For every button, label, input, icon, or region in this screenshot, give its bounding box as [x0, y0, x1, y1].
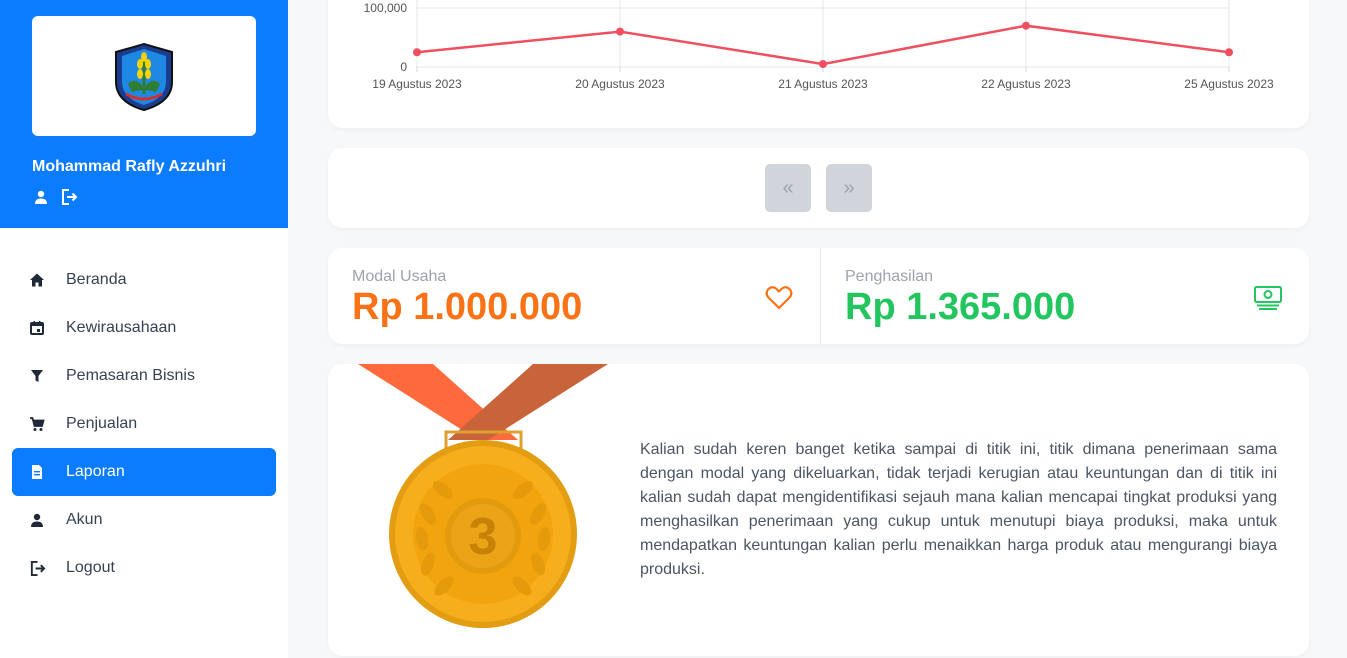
sales-chart-card: 0 100,000 19 Agustus 2023 20 Agustus 2023 21…	[328, 0, 1309, 128]
funnel-icon	[28, 367, 46, 385]
medal-rank: 3	[469, 508, 498, 566]
penghasilan-stat: Penghasilan Rp 1.365.000	[821, 248, 1309, 344]
sidebar-item-pemasaran-bisnis[interactable]: Pemasaran Bisnis	[12, 352, 276, 400]
pagination-card: « »	[328, 148, 1309, 228]
logout-icon	[28, 559, 46, 577]
data-point	[1022, 21, 1030, 30]
sidebar-item-beranda[interactable]: Beranda	[12, 256, 276, 304]
prev-page-button[interactable]: «	[765, 164, 811, 212]
next-page-button[interactable]: »	[826, 164, 872, 212]
penghasilan-value: Rp 1.365.000	[845, 286, 1076, 328]
money-icon	[1253, 282, 1283, 312]
x-tick-label: 21 Agustus 2023	[778, 77, 868, 91]
sidebar-header: Mohammad Rafly Azzuhri	[0, 0, 288, 228]
achievement-message: Kalian sudah keren banget ketika sampai …	[640, 441, 1277, 578]
sidebar-item-label: Kewirausahaan	[66, 319, 177, 336]
y-tick-label: 0	[400, 60, 407, 74]
sidebar-item-label: Penjualan	[66, 415, 138, 432]
x-tick-label: 19 Agustus 2023	[372, 77, 462, 91]
sidebar-item-penjualan[interactable]: Penjualan	[12, 400, 276, 448]
sidebar-item-akun[interactable]: Akun	[12, 496, 276, 544]
cart-icon	[28, 415, 46, 433]
modal-usaha-label: Modal Usaha	[352, 268, 447, 285]
data-point	[616, 27, 624, 36]
person-icon	[28, 511, 46, 529]
line-chart: 0 100,000 19 Agustus 2023 20 Agustus 2023 21…	[364, 0, 1274, 91]
sidebar-item-label: Laporan	[66, 463, 125, 480]
summary-stats-card: Modal Usaha Rp 1.000.000 Penghasilan Rp …	[328, 248, 1309, 344]
logout-icon[interactable]	[60, 188, 78, 206]
sidebar-item-label: Logout	[66, 559, 115, 576]
sidebar-item-label: Pemasaran Bisnis	[66, 367, 195, 384]
penghasilan-label: Penghasilan	[845, 268, 934, 285]
sidebar-item-logout[interactable]: Logout	[12, 544, 276, 592]
data-point	[819, 60, 827, 69]
person-icon[interactable]	[32, 188, 50, 206]
x-tick-label: 25 Agustus 2023	[1184, 77, 1274, 91]
data-point	[1225, 48, 1233, 57]
data-point	[413, 48, 421, 57]
sidebar-item-kewirausahaan[interactable]: Kewirausahaan	[12, 304, 276, 352]
sidebar-item-laporan[interactable]: Laporan	[12, 448, 276, 496]
achievement-card: 3 Kalian sudah keren banget ketika sampa…	[328, 364, 1309, 656]
emblem-icon	[115, 42, 173, 112]
modal-usaha-stat: Modal Usaha Rp 1.000.000	[328, 248, 820, 344]
bronze-medal-icon: 3	[358, 364, 608, 628]
user-actions	[32, 188, 78, 206]
heart-icon	[764, 282, 794, 312]
modal-usaha-value: Rp 1.000.000	[352, 286, 583, 328]
calendar-icon	[28, 319, 46, 337]
user-name: Mohammad Rafly Azzuhri	[32, 158, 227, 175]
logo	[32, 16, 256, 136]
document-icon	[28, 463, 46, 481]
sidebar-item-label: Beranda	[66, 271, 127, 288]
home-icon	[28, 271, 46, 289]
sidebar-item-label: Akun	[66, 511, 103, 528]
sidebar: Mohammad Rafly Azzuhri Beranda Kewirausa…	[0, 0, 288, 658]
x-tick-label: 22 Agustus 2023	[981, 77, 1071, 91]
x-tick-label: 20 Agustus 2023	[575, 77, 665, 91]
y-tick-label: 100,000	[364, 1, 408, 15]
sidebar-nav: Beranda Kewirausahaan Pemasaran Bisnis P…	[12, 256, 276, 592]
